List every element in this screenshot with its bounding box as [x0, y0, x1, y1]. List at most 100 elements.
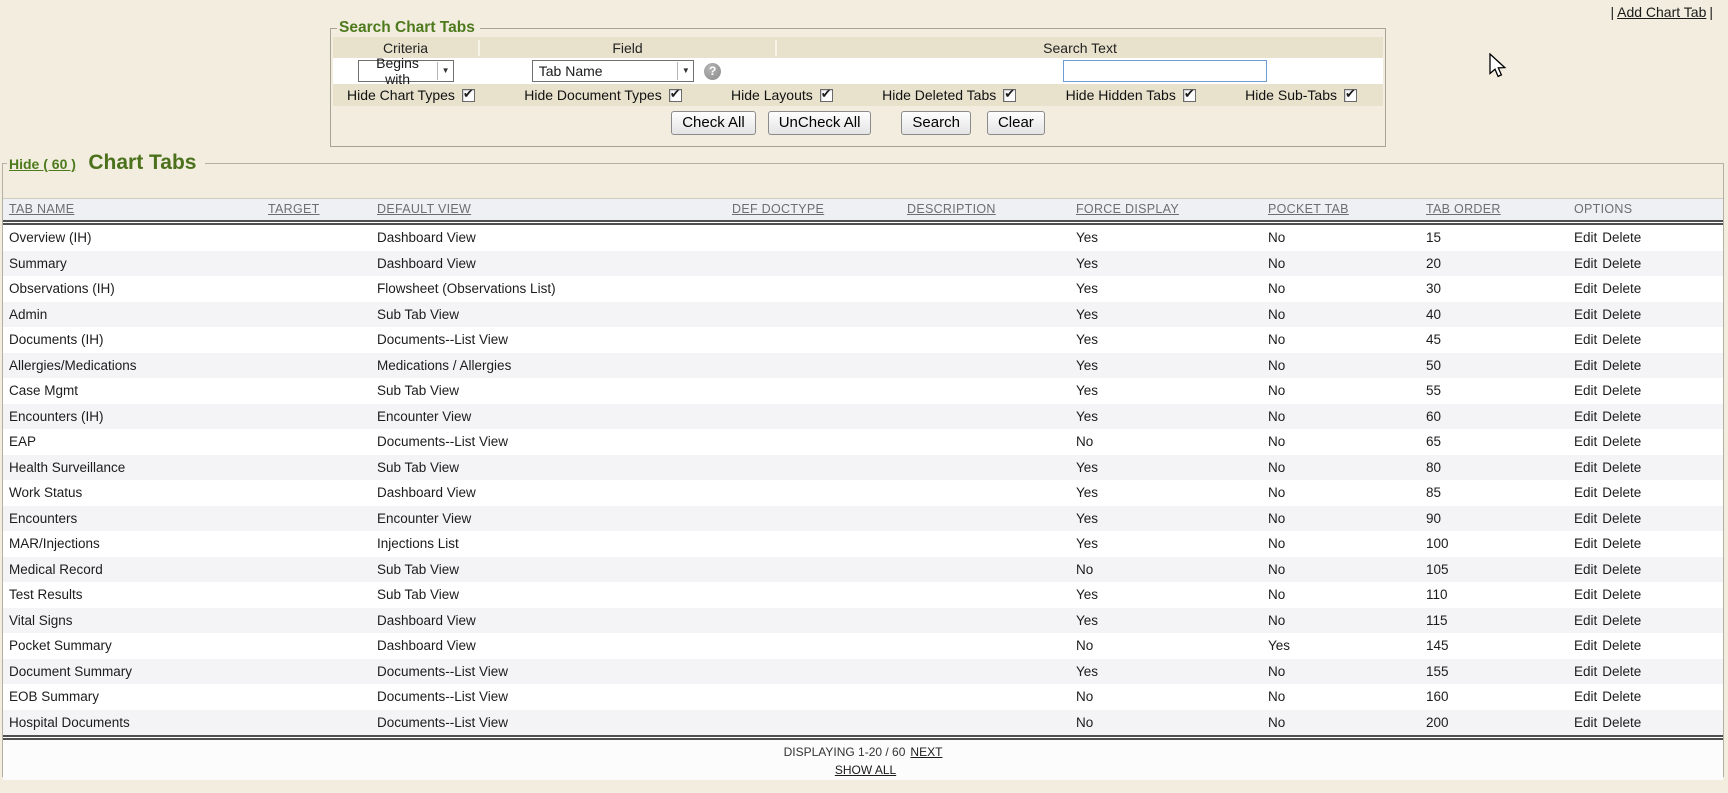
delete-link[interactable]: Delete: [1602, 307, 1641, 322]
edit-link[interactable]: Edit: [1574, 230, 1597, 245]
cell-options: Edit Delete: [1574, 327, 1723, 353]
delete-link[interactable]: Delete: [1602, 715, 1641, 730]
edit-link[interactable]: Edit: [1574, 638, 1597, 653]
checkbox-hide-chart-types[interactable]: [462, 89, 475, 102]
delete-link[interactable]: Delete: [1602, 230, 1641, 245]
show-all-row: SHOW ALL: [3, 762, 1723, 780]
uncheck-all-button[interactable]: UnCheck All: [768, 111, 872, 135]
checkbox-hide-document-types[interactable]: [669, 89, 682, 102]
cell-default-view: Dashboard View: [377, 633, 732, 659]
displaying-text: DISPLAYING 1-20 / 60: [784, 745, 906, 759]
delete-link[interactable]: Delete: [1602, 358, 1641, 373]
cell-description: [907, 557, 1076, 583]
checkbox-hide-deleted-tabs[interactable]: [1003, 89, 1016, 102]
column-header-description[interactable]: DESCRIPTION: [907, 199, 1076, 220]
cell-target: [268, 378, 377, 404]
delete-link[interactable]: Delete: [1602, 638, 1641, 653]
cell-tab-order: 160: [1426, 684, 1574, 710]
field-select[interactable]: Tab Name ▼: [532, 60, 694, 82]
edit-link[interactable]: Edit: [1574, 587, 1597, 602]
checkbox-hide-layouts[interactable]: [820, 89, 833, 102]
criteria-column-header: Criteria: [333, 40, 478, 56]
criteria-select[interactable]: Begins with ▼: [358, 60, 454, 82]
column-header-tab-name[interactable]: TAB NAME: [3, 199, 268, 220]
delete-link[interactable]: Delete: [1602, 332, 1641, 347]
edit-link[interactable]: Edit: [1574, 485, 1597, 500]
delete-link[interactable]: Delete: [1602, 460, 1641, 475]
cell-description: [907, 608, 1076, 634]
search-text-input[interactable]: [1063, 60, 1267, 82]
hide-count-link[interactable]: Hide ( 60 ): [9, 156, 76, 172]
edit-link[interactable]: Edit: [1574, 256, 1597, 271]
delete-link[interactable]: Delete: [1602, 383, 1641, 398]
check-all-button[interactable]: Check All: [671, 111, 756, 135]
checkbox-hide-hidden-tabs[interactable]: [1183, 89, 1196, 102]
delete-link[interactable]: Delete: [1602, 664, 1641, 679]
delete-link[interactable]: Delete: [1602, 613, 1641, 628]
edit-link[interactable]: Edit: [1574, 281, 1597, 296]
delete-link[interactable]: Delete: [1602, 256, 1641, 271]
table-row: Document SummaryDocuments--List ViewYesN…: [3, 659, 1723, 685]
cell-pocket-tab: No: [1268, 429, 1426, 455]
delete-link[interactable]: Delete: [1602, 689, 1641, 704]
filter-item: Hide Sub-Tabs: [1245, 87, 1357, 103]
cell-force-display: Yes: [1076, 659, 1268, 685]
show-all-link[interactable]: SHOW ALL: [835, 763, 896, 777]
column-header-def-doctype[interactable]: DEF DOCTYPE: [732, 199, 907, 220]
cell-def-doctype: [732, 225, 907, 251]
delete-link[interactable]: Delete: [1602, 434, 1641, 449]
edit-link[interactable]: Edit: [1574, 536, 1597, 551]
edit-link[interactable]: Edit: [1574, 689, 1597, 704]
edit-link[interactable]: Edit: [1574, 332, 1597, 347]
cell-def-doctype: [732, 404, 907, 430]
cell-force-display: Yes: [1076, 404, 1268, 430]
edit-link[interactable]: Edit: [1574, 307, 1597, 322]
edit-link[interactable]: Edit: [1574, 383, 1597, 398]
criteria-select-value: Begins with: [365, 55, 431, 87]
delete-link[interactable]: Delete: [1602, 409, 1641, 424]
cell-tab-order: 15: [1426, 225, 1574, 251]
cell-options: Edit Delete: [1574, 633, 1723, 659]
edit-link[interactable]: Edit: [1574, 358, 1597, 373]
cell-pocket-tab: No: [1268, 659, 1426, 685]
clear-button[interactable]: Clear: [987, 111, 1045, 135]
checkbox-hide-sub-tabs[interactable]: [1344, 89, 1357, 102]
cell-def-doctype: [732, 429, 907, 455]
cell-target: [268, 684, 377, 710]
filter-item: Hide Document Types: [524, 87, 681, 103]
delete-link[interactable]: Delete: [1602, 511, 1641, 526]
edit-link[interactable]: Edit: [1574, 409, 1597, 424]
cell-force-display: Yes: [1076, 506, 1268, 532]
column-header-tab-order[interactable]: TAB ORDER: [1426, 199, 1574, 220]
cell-options: Edit Delete: [1574, 710, 1723, 736]
cell-options: Edit Delete: [1574, 429, 1723, 455]
edit-link[interactable]: Edit: [1574, 511, 1597, 526]
delete-link[interactable]: Delete: [1602, 536, 1641, 551]
column-header-target[interactable]: TARGET: [268, 199, 377, 220]
edit-link[interactable]: Edit: [1574, 434, 1597, 449]
delete-link[interactable]: Delete: [1602, 281, 1641, 296]
column-header-force-display[interactable]: FORCE DISPLAY: [1076, 199, 1268, 220]
delete-link[interactable]: Delete: [1602, 587, 1641, 602]
edit-link[interactable]: Edit: [1574, 613, 1597, 628]
edit-link[interactable]: Edit: [1574, 715, 1597, 730]
search-button[interactable]: Search: [901, 111, 971, 135]
add-chart-tab-link[interactable]: Add Chart Tab: [1617, 4, 1706, 20]
table-row: Work StatusDashboard ViewYesNo85EditDele…: [3, 480, 1723, 506]
column-header-default-view[interactable]: DEFAULT VIEW: [377, 199, 732, 220]
cell-description: [907, 302, 1076, 328]
edit-link[interactable]: Edit: [1574, 664, 1597, 679]
column-header-pocket-tab[interactable]: POCKET TAB: [1268, 199, 1426, 220]
cell-pocket-tab: No: [1268, 378, 1426, 404]
next-link[interactable]: NEXT: [910, 745, 942, 759]
search-form-input-row: Begins with ▼ Tab Name ▼ ?: [333, 58, 1383, 84]
delete-link[interactable]: Delete: [1602, 562, 1641, 577]
cell-tab-order: 115: [1426, 608, 1574, 634]
edit-link[interactable]: Edit: [1574, 562, 1597, 577]
cell-default-view: Sub Tab View: [377, 455, 732, 481]
cell-target: [268, 327, 377, 353]
delete-link[interactable]: Delete: [1602, 485, 1641, 500]
help-icon[interactable]: ?: [704, 63, 721, 80]
form-buttons-row: Check All UnCheck All Search Clear: [331, 111, 1385, 135]
edit-link[interactable]: Edit: [1574, 460, 1597, 475]
